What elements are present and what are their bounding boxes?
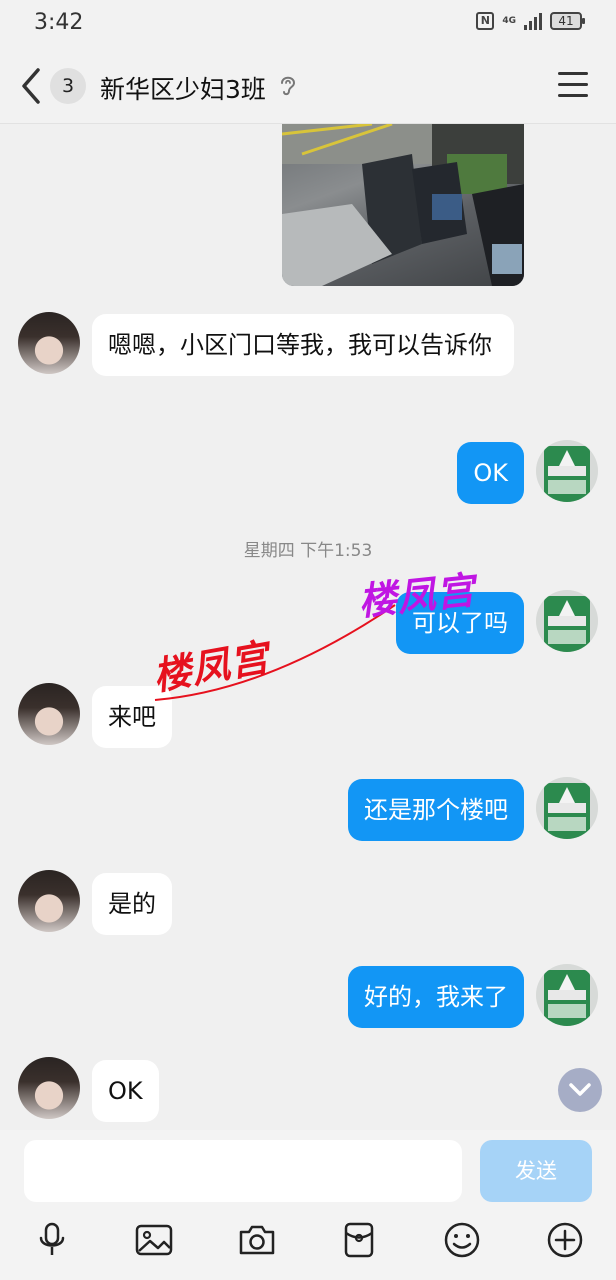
input-toolbar (0, 1220, 616, 1264)
message-bubble-outgoing[interactable]: 还是那个楼吧 (348, 779, 524, 841)
contact-avatar[interactable] (18, 870, 80, 932)
nfc-icon: N (476, 12, 495, 30)
my-avatar[interactable] (536, 964, 598, 1026)
input-area: 发送 (0, 1130, 616, 1280)
status-icons: N 4G 41 (476, 12, 585, 30)
contact-avatar[interactable] (18, 683, 80, 745)
camera-icon[interactable] (237, 1220, 277, 1260)
network-indicator: 4G (502, 15, 516, 26)
photo-content (282, 124, 524, 286)
network-label: 4G (502, 15, 516, 26)
contact-avatar[interactable] (18, 1057, 80, 1119)
battery-icon: 41 (550, 12, 585, 30)
shared-photo[interactable] (282, 124, 524, 286)
chat-header: 3 新华区少妇3班 (0, 50, 616, 124)
my-avatar[interactable] (536, 440, 598, 502)
menu-button[interactable] (558, 72, 588, 98)
microphone-icon[interactable] (32, 1220, 72, 1260)
my-avatar[interactable] (536, 590, 598, 652)
message-bubble-incoming[interactable]: 是的 (92, 873, 172, 935)
chevron-left-icon (22, 68, 40, 104)
signal-icon (524, 12, 542, 30)
unread-count-badge[interactable]: 3 (50, 68, 86, 104)
emoji-icon[interactable] (442, 1220, 482, 1260)
water-bottle-icon (536, 590, 598, 652)
message-bubble-outgoing[interactable]: OK (457, 442, 524, 504)
my-avatar[interactable] (536, 777, 598, 839)
battery-level: 41 (558, 14, 574, 28)
status-time: 3:42 (34, 10, 84, 35)
scroll-to-bottom-button[interactable] (558, 1068, 602, 1112)
contact-avatar[interactable] (18, 312, 80, 374)
red-packet-icon[interactable] (339, 1220, 379, 1260)
water-bottle-icon (536, 440, 598, 502)
send-button[interactable]: 发送 (480, 1140, 592, 1202)
message-input[interactable] (24, 1140, 462, 1202)
plus-icon[interactable] (545, 1220, 585, 1260)
chevron-down-icon (569, 1083, 591, 1096)
water-bottle-icon (536, 777, 598, 839)
chat-title: 新华区少妇3班 (100, 75, 266, 104)
image-icon[interactable] (134, 1220, 174, 1260)
message-bubble-incoming[interactable]: 嗯嗯，小区门口等我，我可以告诉你 (92, 314, 514, 376)
message-bubble-incoming[interactable]: OK (92, 1060, 159, 1122)
back-button[interactable] (18, 66, 46, 106)
status-bar: 3:42 N 4G 41 (0, 0, 616, 50)
ear-icon[interactable] (278, 74, 298, 98)
water-bottle-icon (536, 964, 598, 1026)
message-timestamp: 星期四 下午1:53 (243, 541, 373, 561)
message-bubble-outgoing[interactable]: 好的，我来了 (348, 966, 524, 1028)
